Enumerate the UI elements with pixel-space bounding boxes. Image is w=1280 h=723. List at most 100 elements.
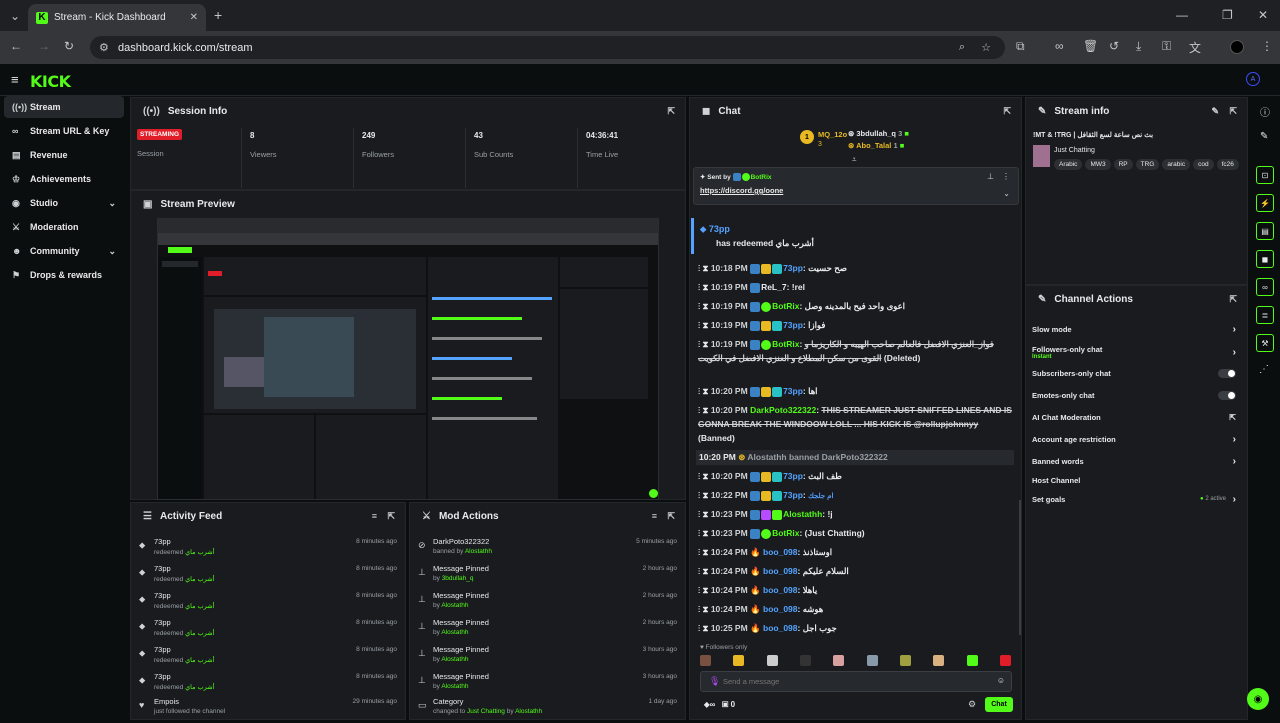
ai-moderation-row[interactable]: AI Chat Moderation ⇱ — [1032, 407, 1240, 427]
chat-user[interactable]: 73pp — [783, 263, 803, 273]
expand-leaderboard-icon[interactable]: ⩡ — [852, 155, 857, 165]
emotes-only-row[interactable]: Emotes-only chat — [1032, 385, 1240, 405]
chat-user[interactable]: Alostathh — [783, 509, 822, 519]
emotes-only-toggle[interactable] — [1218, 390, 1236, 400]
pinned-link[interactable]: https://discord.gg/oone — [700, 186, 783, 195]
translate-icon[interactable]: 文 — [1189, 39, 1201, 56]
stream-preview-video[interactable] — [157, 218, 659, 500]
chat-user[interactable]: DarkPoto322322 — [750, 405, 816, 415]
chat-footer-users[interactable]: ⬥∞ ▣ 0 — [704, 700, 735, 710]
rail-button-flash[interactable]: ⚡ — [1256, 194, 1274, 212]
emote-icon[interactable] — [833, 655, 845, 666]
collapse-chevron-icon[interactable]: ⌄ — [1003, 189, 1010, 198]
profile-avatar[interactable] — [1230, 40, 1244, 54]
sidebar-item-stream[interactable]: ((•)) Stream — [4, 96, 124, 118]
chat-user[interactable]: 73pp — [783, 320, 803, 330]
followers-only-row[interactable]: Followers-only chat Instant › — [1032, 341, 1240, 363]
sidebar-item-stream-url[interactable]: ∞ Stream URL & Key — [4, 120, 124, 142]
browser-menu-icon[interactable]: ⋮ — [1261, 39, 1273, 53]
popout-icon[interactable]: ⇱ — [1229, 106, 1237, 117]
send-chat-button[interactable]: Chat — [985, 697, 1013, 712]
pin-icon[interactable]: ⊥ — [987, 172, 994, 181]
chat-user[interactable]: Alostathh — [747, 452, 786, 462]
forward-icon[interactable]: → — [38, 39, 50, 53]
key-icon[interactable]: ⚿ — [1162, 39, 1171, 54]
emote-icon[interactable] — [866, 655, 878, 666]
rail-button-capture[interactable]: ⊡ — [1256, 166, 1274, 184]
rail-button-link[interactable]: ∞ — [1256, 278, 1274, 296]
emote-icon[interactable] — [999, 655, 1011, 666]
set-goals-row[interactable]: Set goals ● 2 active › — [1032, 489, 1240, 509]
site-info-icon[interactable]: ⚙ — [99, 41, 109, 54]
popout-icon[interactable]: ⇱ — [1229, 294, 1237, 305]
rail-button-tools[interactable]: ⚒ — [1256, 334, 1274, 352]
chat-user[interactable]: 73pp — [783, 471, 803, 481]
chat-user[interactable]: BotRix — [772, 301, 799, 311]
chat-message-banned[interactable]: ⫶ ⧗ 10:20 PM DarkPoto322322: THIS STREAM… — [698, 403, 1014, 445]
extensions-icon[interactable]: ⧉ — [1016, 39, 1025, 54]
chat-message[interactable]: ⫶ ⧗ 10:25 PM 🔥 boo_098: جوب اجل — [698, 621, 1014, 635]
subscribers-only-row[interactable]: Subscribers-only chat — [1032, 363, 1240, 383]
redeem-user[interactable]: 73pp — [709, 224, 730, 234]
user-avatar[interactable]: A — [1246, 72, 1260, 86]
rail-button-notes[interactable]: ▤ — [1256, 222, 1274, 240]
chat-input-box[interactable]: 🎙 ☺ — [700, 671, 1012, 692]
emote-icon[interactable] — [799, 655, 811, 666]
close-window-icon[interactable]: ✕ — [1258, 8, 1268, 22]
kick-logo[interactable]: KICK — [30, 72, 71, 91]
emote-picker-icon[interactable]: ☺ — [997, 676, 1005, 685]
popout-icon[interactable]: ⇱ — [667, 511, 675, 522]
sidebar-item-achievements[interactable]: ♔ Achievements — [4, 168, 124, 190]
minimize-icon[interactable]: — — [1176, 8, 1188, 22]
subscribers-only-toggle[interactable] — [1218, 368, 1236, 378]
emote-icon[interactable] — [933, 655, 945, 666]
sidebar-item-drops[interactable]: ⚑ Drops & rewards — [4, 264, 124, 286]
chat-user[interactable]: 73pp — [783, 490, 803, 500]
chat-message-deleted[interactable]: ⫶ ⧗ 10:19 PM BotRix: فواز_العنزي الافضل … — [698, 337, 1014, 365]
maximize-icon[interactable]: ❐ — [1222, 8, 1233, 22]
address-bar[interactable]: ⚙ dashboard.kick.com/stream ⌕ ☆ — [90, 36, 1005, 59]
chat-user[interactable]: BotRix — [772, 528, 799, 538]
chat-message[interactable]: ⫶ ⧗ 10:24 PM 🔥 boo_098: هوشه — [698, 602, 1014, 616]
link-icon[interactable]: ∞ — [1055, 39, 1064, 53]
tab-close-icon[interactable]: ✕ — [190, 12, 198, 23]
sidebar-item-community[interactable]: ☻ Community ⌄ — [4, 240, 124, 262]
chat-message[interactable]: ⫶ ⧗ 10:24 PM 🔥 boo_098: ياهلا — [698, 583, 1014, 597]
filter-icon[interactable]: ≡ — [372, 511, 377, 521]
chat-message[interactable]: ⫶ ⧗ 10:23 PM BotRix: (Just Chatting) — [698, 526, 1014, 540]
popout-icon[interactable]: ⇱ — [1003, 106, 1011, 117]
bookmark-star-icon[interactable]: ☆ — [981, 41, 991, 54]
chat-message[interactable]: ⫶ ⧗ 10:20 PM 73pp: اها — [698, 384, 1014, 398]
rail-button-server[interactable]: ≣ — [1256, 306, 1274, 324]
trash-icon[interactable]: 🗑 — [1083, 39, 1098, 53]
chat-message-input[interactable] — [723, 674, 983, 689]
chat-user[interactable]: boo_098 — [763, 566, 798, 576]
sidebar-item-revenue[interactable]: ▤ Revenue — [4, 144, 124, 166]
tab-menu-chevron-icon[interactable]: ⌄ — [10, 9, 20, 23]
reload-icon[interactable]: ↻ — [64, 39, 74, 53]
browser-tab[interactable]: K Stream - Kick Dashboard ✕ — [28, 4, 206, 31]
back-icon[interactable]: ← — [10, 39, 22, 53]
chat-message[interactable]: ⫶ ⧗ 10:19 PM 73pp: فوازا — [698, 318, 1014, 332]
chat-message[interactable]: ⫶ ⧗ 10:19 PM BotRix: اعوى واحد فيح بالمد… — [698, 299, 1014, 313]
chat-user[interactable]: ReL_7 — [761, 282, 787, 292]
chat-user[interactable]: boo_098 — [763, 623, 798, 633]
rail-button-chat[interactable]: ◼ — [1256, 250, 1274, 268]
slow-mode-row[interactable]: Slow mode › — [1032, 319, 1240, 339]
sidebar-item-studio[interactable]: ◉ Studio ⌄ — [4, 192, 124, 214]
edit-icon[interactable]: ✎ — [1260, 131, 1268, 142]
popout-icon[interactable]: ⇱ — [667, 106, 675, 117]
download-icon[interactable]: ⤓ — [1136, 39, 1141, 54]
new-tab-icon[interactable]: + — [214, 7, 222, 23]
hamburger-menu-icon[interactable]: ≡ — [11, 72, 19, 87]
chat-user[interactable]: BotRix — [772, 339, 799, 349]
chat-user[interactable]: 73pp — [783, 386, 803, 396]
help-chat-icon[interactable]: ◉ — [1247, 688, 1269, 710]
sidebar-item-moderation[interactable]: ⚔ Moderation — [4, 216, 124, 238]
emote-icon[interactable] — [700, 655, 711, 666]
info-icon[interactable]: ⓘ — [1260, 104, 1270, 119]
banned-words-row[interactable]: Banned words › — [1032, 451, 1240, 471]
popout-icon[interactable]: ⇱ — [387, 511, 395, 522]
chat-message[interactable]: ⫶ ⧗ 10:18 PM 73pp: صح حسيت — [698, 261, 1014, 275]
chat-user[interactable]: boo_098 — [763, 547, 798, 557]
